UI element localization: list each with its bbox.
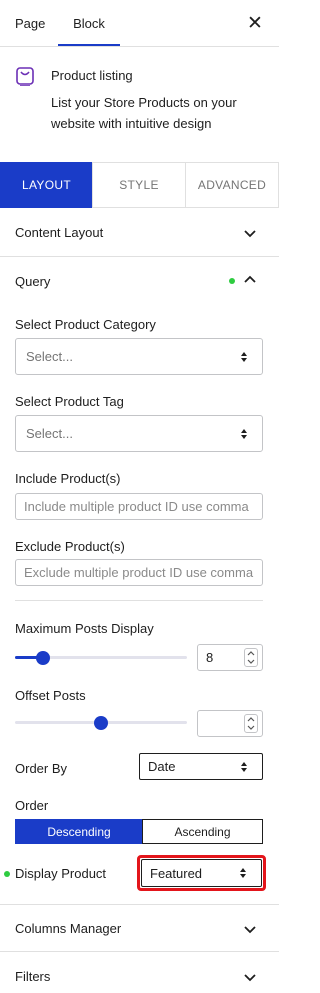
- tag-select[interactable]: Select...: [15, 415, 263, 452]
- tab-advanced-label: ADVANCED: [197, 178, 267, 192]
- max-posts-value: 8: [206, 650, 214, 665]
- max-posts-input[interactable]: 8: [197, 644, 263, 671]
- number-spinner[interactable]: [244, 648, 258, 667]
- sort-arrows-icon: [241, 351, 247, 362]
- tab-page-label: Page: [15, 15, 46, 31]
- offset-label: Offset Posts: [15, 688, 86, 703]
- chevron-up-icon: [247, 650, 255, 656]
- section-content-layout-title: Content Layout: [15, 225, 104, 240]
- category-select[interactable]: Select...: [15, 338, 263, 375]
- exclude-placeholder: Exclude multiple product ID use comma: [24, 565, 254, 580]
- tag-label: Select Product Tag: [15, 394, 124, 409]
- tab-layout[interactable]: LAYOUT: [0, 162, 93, 208]
- order-by-select[interactable]: Date: [139, 753, 263, 780]
- include-label: Include Product(s): [15, 471, 121, 486]
- category-select-value: Select...: [26, 349, 73, 364]
- include-placeholder: Include multiple product ID use comma: [24, 499, 249, 514]
- sort-arrows-icon: [240, 868, 246, 878]
- divider: [15, 600, 263, 601]
- section-query-title: Query: [15, 274, 51, 289]
- section-columns-manager[interactable]: Columns Manager: [0, 905, 279, 951]
- order-ascending-button[interactable]: Ascending: [142, 819, 263, 844]
- include-input[interactable]: Include multiple product ID use comma: [15, 493, 263, 520]
- section-filters[interactable]: Filters: [0, 952, 279, 993]
- max-posts-slider-thumb[interactable]: [35, 651, 50, 665]
- status-dot: [4, 871, 10, 877]
- section-filters-title: Filters: [15, 969, 51, 984]
- max-posts-label: Maximum Posts Display: [15, 621, 154, 636]
- tab-page[interactable]: Page: [15, 0, 45, 46]
- sort-arrows-icon: [241, 761, 247, 772]
- offset-slider-thumb[interactable]: [94, 716, 108, 730]
- chevron-down-icon: [244, 974, 256, 982]
- chevron-up-icon: [244, 275, 256, 283]
- order-ascending-label: Ascending: [174, 824, 231, 839]
- divider: [0, 46, 279, 47]
- product-listing-icon: [16, 67, 34, 86]
- tab-block[interactable]: Block: [58, 0, 120, 46]
- chevron-down-icon: [247, 725, 255, 731]
- display-product-label: Display Product: [15, 866, 107, 881]
- status-dot: [229, 278, 235, 284]
- sort-arrows-icon: [241, 428, 247, 439]
- display-product-select[interactable]: Featured: [141, 859, 262, 887]
- offset-input[interactable]: [197, 710, 263, 737]
- chevron-down-icon: [244, 926, 256, 934]
- tab-block-label: Block: [73, 15, 105, 31]
- category-label: Select Product Category: [15, 317, 156, 332]
- display-product-value: Featured: [150, 865, 203, 881]
- order-by-value: Date: [148, 759, 176, 774]
- tab-style[interactable]: STYLE: [92, 162, 186, 208]
- tab-advanced[interactable]: ADVANCED: [185, 162, 279, 208]
- chevron-down-icon: [247, 659, 255, 665]
- order-by-label: Order By: [15, 761, 68, 776]
- order-label: Order: [15, 798, 49, 813]
- chevron-down-icon: [244, 230, 256, 238]
- exclude-input[interactable]: Exclude multiple product ID use comma: [15, 559, 263, 586]
- section-columns-manager-title: Columns Manager: [15, 921, 122, 936]
- section-query[interactable]: Query: [0, 257, 279, 305]
- exclude-label: Exclude Product(s): [15, 539, 125, 554]
- tag-select-value: Select...: [26, 426, 73, 441]
- section-content-layout[interactable]: Content Layout: [0, 208, 279, 256]
- chevron-up-icon: [247, 716, 255, 722]
- order-descending-button[interactable]: Descending: [15, 819, 143, 844]
- order-descending-label: Descending: [47, 824, 111, 839]
- block-title: Product listing: [51, 68, 133, 83]
- tab-layout-label: LAYOUT: [22, 178, 71, 192]
- block-description: List your Store Products on your website…: [51, 95, 237, 131]
- close-icon[interactable]: ✕: [244, 12, 266, 34]
- number-spinner[interactable]: [244, 714, 258, 733]
- tab-style-label: STYLE: [119, 178, 159, 192]
